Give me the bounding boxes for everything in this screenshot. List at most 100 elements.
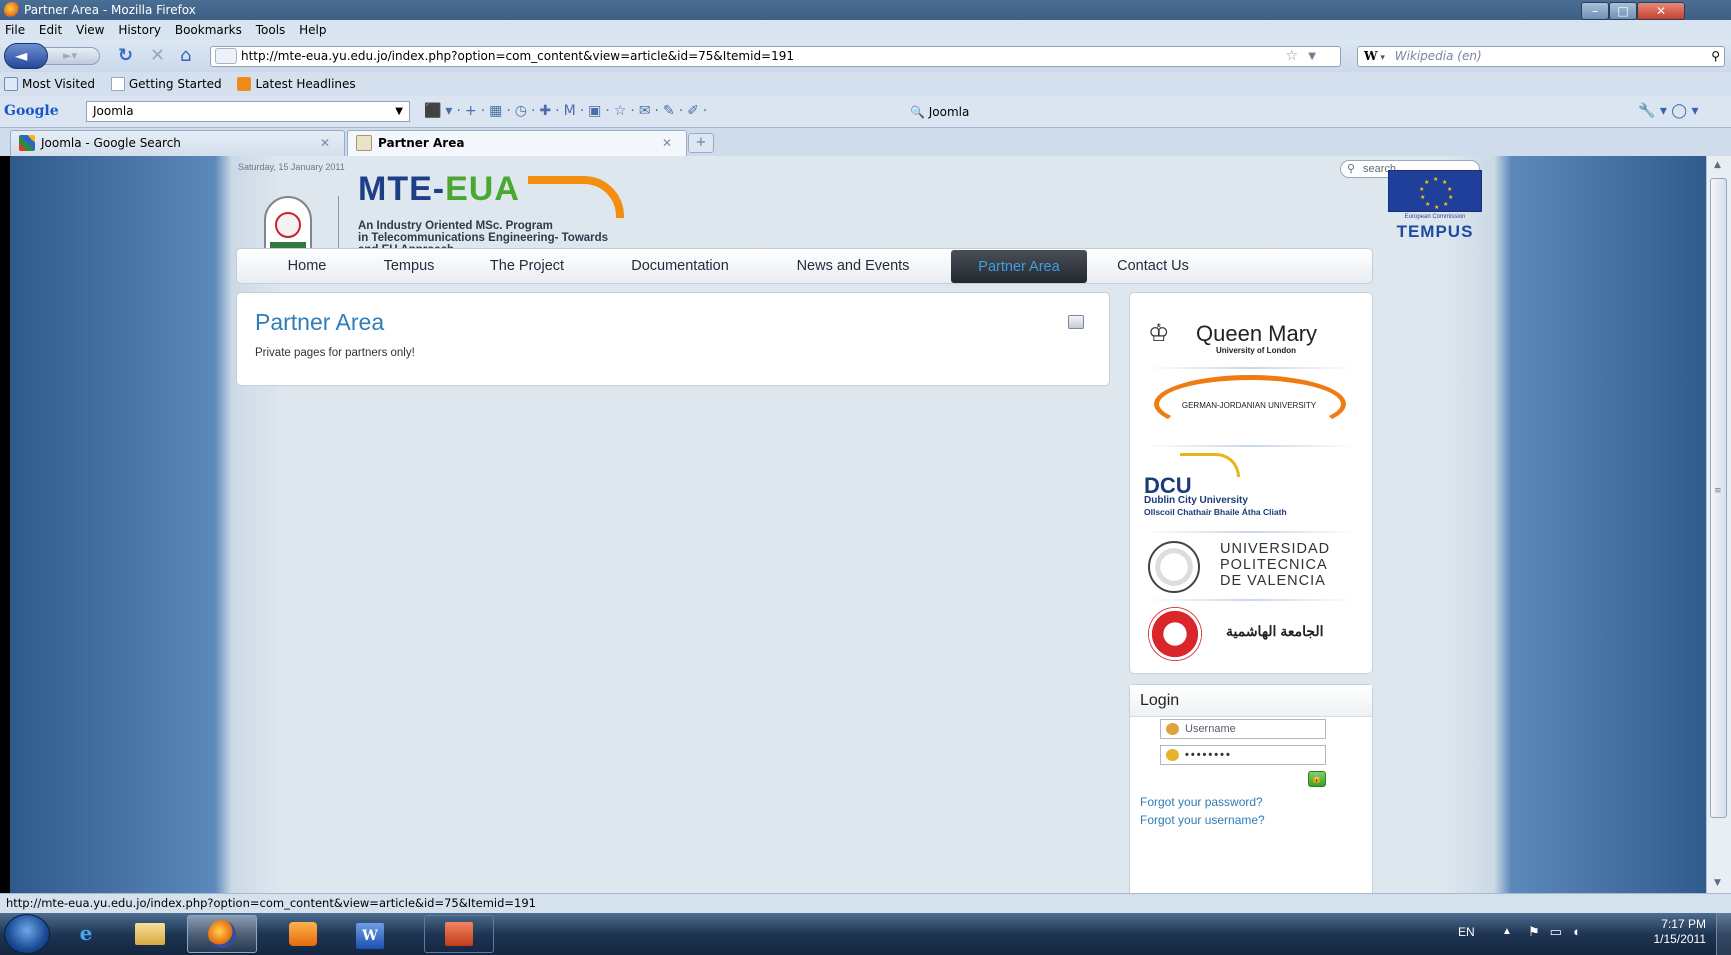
home-icon[interactable]: ⌂ xyxy=(180,46,191,66)
bookmark-star-icon[interactable]: ☆ xyxy=(1285,47,1298,66)
menu-bookmarks[interactable]: Bookmarks xyxy=(170,20,247,37)
internet-explorer-icon[interactable]: e xyxy=(58,915,114,953)
username-placeholder: Username xyxy=(1185,723,1236,735)
language-indicator[interactable]: EN xyxy=(1458,925,1475,939)
search-box[interactable]: W ▾ Wikipedia (en) ⚲ xyxy=(1357,46,1725,67)
minimize-button[interactable]: – xyxy=(1581,2,1609,20)
page-icon xyxy=(110,77,125,91)
tab-close-icon[interactable]: ✕ xyxy=(662,131,672,155)
menu-history[interactable]: History xyxy=(113,20,166,37)
engine-dropdown-icon[interactable]: ▾ xyxy=(1377,53,1385,63)
google-quick-search[interactable]: 🔍 Joomla xyxy=(910,105,969,119)
google-query-text[interactable]: Joomla xyxy=(93,104,134,118)
hashemite-university-logo[interactable]: الجامعة الهاشمية xyxy=(1144,605,1358,661)
partner-name-line: DE VALENCIA xyxy=(1220,573,1326,589)
partner-subtitle: Dublin City University xyxy=(1144,495,1248,506)
article-box: Partner Area Private pages for partners … xyxy=(236,292,1110,386)
menu-tempus[interactable]: Tempus xyxy=(359,249,459,283)
forward-button[interactable]: ►▾ xyxy=(44,47,100,65)
password-input[interactable]: •••••••• xyxy=(1160,745,1326,765)
menu-contact-us[interactable]: Contact Us xyxy=(1095,249,1211,283)
scroll-up-icon[interactable]: ▲ xyxy=(1714,160,1721,170)
search-go-icon[interactable]: ⚲ xyxy=(1711,47,1720,66)
gju-logo[interactable]: GERMAN-JORDANIAN UNIVERSITY xyxy=(1144,371,1358,441)
forgot-username-link[interactable]: Forgot your username? xyxy=(1140,813,1265,827)
partner-name: UNIVERSIDAD POLITECNICA DE VALENCIA xyxy=(1220,541,1330,589)
divider xyxy=(1144,445,1358,447)
site-identity-icon[interactable] xyxy=(215,48,237,64)
media-player-icon[interactable] xyxy=(275,915,331,953)
powerpoint-icon[interactable] xyxy=(424,915,494,953)
clock[interactable]: 7:17 PM 1/15/2011 xyxy=(1634,917,1707,947)
reload-icon[interactable]: ↻ xyxy=(118,46,133,66)
firefox-icon xyxy=(4,2,20,18)
menu-view[interactable]: View xyxy=(71,20,109,37)
login-module: Login Username •••••••• 🔒 Forgot your pa… xyxy=(1129,684,1373,893)
navigation-toolbar: ►▾ ◄ ↻ ✕ ⌂ http://mte-eua.yu.edu.jo/inde… xyxy=(0,40,1731,72)
menu-home[interactable]: Home xyxy=(257,249,357,283)
print-icon[interactable] xyxy=(1068,315,1084,329)
tab-joomla-search[interactable]: Joomla - Google Search ✕ xyxy=(10,130,345,156)
file-explorer-icon[interactable] xyxy=(122,915,178,953)
partner-name: Queen Mary xyxy=(1196,321,1318,346)
start-button[interactable] xyxy=(4,914,50,954)
scroll-down-icon[interactable]: ▼ xyxy=(1714,878,1721,888)
username-input[interactable]: Username xyxy=(1160,719,1326,739)
tray-icons[interactable]: ⚑▭◖ xyxy=(1528,924,1590,940)
url-text[interactable]: http://mte-eua.yu.edu.jo/index.php?optio… xyxy=(241,49,794,63)
menu-documentation[interactable]: Documentation xyxy=(605,249,755,283)
menu-partner-area[interactable]: Partner Area xyxy=(951,250,1087,283)
logo-title-part2: EUA xyxy=(445,170,520,208)
tab-partner-area[interactable]: Partner Area ✕ xyxy=(347,130,687,156)
google-toolbar-icons[interactable]: ⬛▾·+·▦·◷·✚·M·▣·☆·✉·✎·✐· xyxy=(424,103,711,119)
menu-the-project[interactable]: The Project xyxy=(469,249,585,283)
menu-help[interactable]: Help xyxy=(294,20,331,37)
menu-bar: File Edit View History Bookmarks Tools H… xyxy=(0,20,1731,40)
scrollbar-thumb[interactable] xyxy=(1710,178,1727,818)
url-bar[interactable]: http://mte-eua.yu.edu.jo/index.php?optio… xyxy=(210,46,1341,67)
tab-label: Partner Area xyxy=(378,136,465,150)
bookmark-getting-started[interactable]: Getting Started xyxy=(107,72,230,91)
bookmark-label: Most Visited xyxy=(22,77,96,91)
tab-close-icon[interactable]: ✕ xyxy=(320,131,330,155)
dcu-logo[interactable]: DCU Dublin City University Ollscoil Chat… xyxy=(1144,451,1358,525)
bookmark-latest-headlines[interactable]: Latest Headlines xyxy=(233,72,363,91)
url-dropdown-icon[interactable]: ▼ xyxy=(1308,47,1316,66)
stop-icon[interactable]: ✕ xyxy=(150,46,165,66)
page-viewport: Saturday, 15 January 2011 ⚲ search... MTE… xyxy=(10,156,1716,893)
article-text: Private pages for partners only! xyxy=(255,347,415,359)
firefox-taskbar-icon[interactable] xyxy=(187,915,257,953)
menu-news-events[interactable]: News and Events xyxy=(773,249,933,283)
emblem-seal xyxy=(275,212,301,238)
bookmark-label: Latest Headlines xyxy=(255,77,356,91)
close-button[interactable]: ✕ xyxy=(1637,2,1685,20)
word-icon[interactable]: W xyxy=(342,915,398,953)
google-favicon xyxy=(19,135,35,151)
wikipedia-icon[interactable]: W xyxy=(1364,47,1377,66)
partners-panel: ♔ Queen Mary University of London GERMAN… xyxy=(1129,292,1373,674)
search-placeholder[interactable]: Wikipedia (en) xyxy=(1395,49,1482,63)
site-logo-title[interactable]: MTE-EUA xyxy=(358,170,520,209)
login-button[interactable]: 🔒 xyxy=(1308,771,1326,787)
menu-file[interactable]: File xyxy=(0,20,30,37)
google-search-input[interactable]: Joomla ▼ xyxy=(86,101,410,122)
back-button[interactable]: ◄ xyxy=(4,43,48,69)
tempus-logo[interactable]: ★ ★ ★ ★ ★ ★ ★ ★ ★ ★ European Commission TEMPUS xyxy=(1388,170,1482,241)
search-icon: ⚲ xyxy=(1347,163,1356,175)
most-visited-icon xyxy=(4,77,18,91)
upv-logo[interactable]: UNIVERSIDAD POLITECNICA DE VALENCIA xyxy=(1144,537,1358,597)
menu-edit[interactable]: Edit xyxy=(34,20,67,37)
bookmark-most-visited[interactable]: Most Visited xyxy=(0,72,103,91)
tagline-line: An Industry Oriented MSc. Program xyxy=(358,220,553,232)
maximize-button[interactable]: □ xyxy=(1609,2,1637,20)
new-tab-button[interactable]: + xyxy=(688,133,714,153)
show-hidden-icons[interactable]: ▲ xyxy=(1502,926,1512,937)
bookmark-label: Getting Started xyxy=(128,77,222,91)
wrench-icon[interactable]: 🔧 ▾ ◯ ▾ xyxy=(1638,103,1699,119)
forgot-password-link[interactable]: Forgot your password? xyxy=(1140,795,1263,809)
menu-tools[interactable]: Tools xyxy=(251,20,291,37)
vertical-scrollbar[interactable]: ▲ ≡ ▼ xyxy=(1706,156,1731,893)
google-dropdown-icon[interactable]: ▼ xyxy=(395,102,403,121)
queen-mary-logo[interactable]: ♔ Queen Mary University of London xyxy=(1144,313,1358,365)
show-desktop-button[interactable] xyxy=(1716,913,1731,955)
